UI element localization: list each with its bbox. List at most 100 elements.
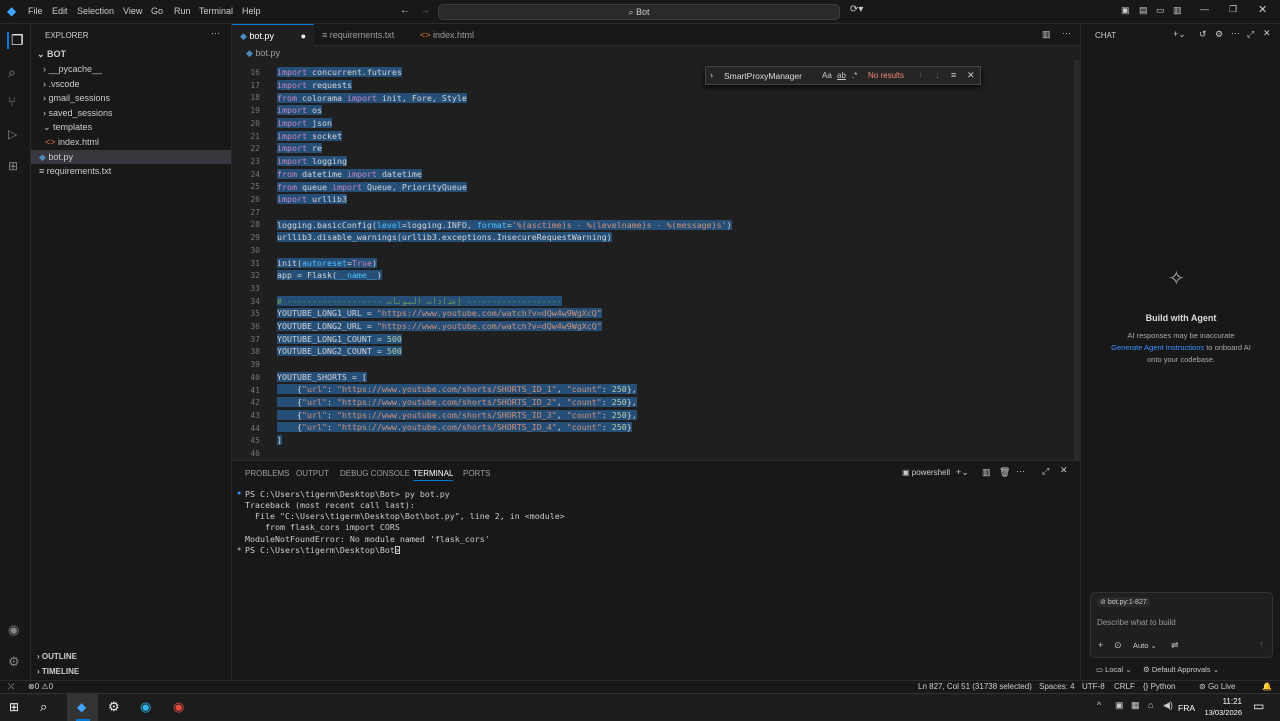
back-arrow-icon[interactable]: ← (400, 5, 410, 16)
close-find-icon[interactable]: ✕ (967, 70, 975, 81)
folder-saved-sessions[interactable]: › saved_sessions (31, 106, 231, 120)
command-center-search[interactable]: ⌕ Bot (438, 4, 840, 20)
unsaved-dot-icon[interactable]: ● (301, 25, 306, 47)
breadcrumb-file[interactable]: bot.py (255, 48, 280, 58)
file-requirements-txt[interactable]: ≡ requirements.txt (31, 164, 231, 178)
tray-app-icon[interactable]: ▣ (1115, 700, 1124, 711)
source-control-icon[interactable]: ⑂ (8, 94, 16, 109)
menu-go[interactable]: Go (151, 6, 163, 16)
explorer-icon[interactable]: ❐ (7, 32, 24, 49)
tab-index-html[interactable]: <> index.html (412, 24, 492, 46)
go-live-button[interactable]: ⊚ Go Live (1199, 682, 1236, 691)
configure-icon[interactable]: ⇌ (1171, 640, 1179, 651)
toggle-sidebar-icon[interactable]: ▤ (1139, 5, 1148, 16)
chevron-right-icon[interactable]: › (710, 70, 713, 80)
search-icon[interactable]: ⌕ (40, 699, 47, 715)
terminal-prompt[interactable]: PS C:\Users\tigerm\Desktop\Bot> (245, 545, 405, 555)
menu-file[interactable]: File (28, 6, 43, 16)
close-icon[interactable]: ✕ (1258, 3, 1267, 16)
folder-templates[interactable]: ⌄ templates (31, 120, 231, 134)
clock-time[interactable]: 11:21 (1206, 697, 1242, 706)
tab-requirements-txt[interactable]: ≡ requirements.txt (314, 24, 412, 46)
maximize-icon[interactable]: ❐ (1229, 4, 1237, 15)
extensions-icon[interactable]: ⊞ (8, 159, 18, 173)
whole-word-toggle[interactable]: ab (837, 71, 846, 80)
language-mode[interactable]: {} Python (1143, 682, 1175, 691)
find-input[interactable]: SmartProxyManager (724, 71, 802, 81)
volume-icon[interactable]: ◀) (1163, 700, 1173, 711)
edge-browser-icon[interactable]: ◉ (140, 699, 151, 715)
regex-toggle[interactable]: .* (852, 71, 857, 80)
remote-icon[interactable]: ⤫ (8, 682, 14, 692)
line-ending[interactable]: CRLF (1114, 682, 1135, 691)
chrome-browser-icon[interactable]: ◉ (173, 699, 184, 715)
layout-icon[interactable]: ▣ (1121, 5, 1130, 16)
close-panel-icon[interactable]: ✕ (1060, 465, 1068, 476)
maximize-icon[interactable]: ⤢ (1247, 29, 1254, 40)
menu-edit[interactable]: Edit (52, 6, 68, 16)
encoding[interactable]: UTF-8 (1082, 682, 1105, 691)
match-case-toggle[interactable]: Aa (822, 71, 832, 80)
split-terminal-icon[interactable]: ▥ (982, 467, 991, 478)
workspace-root[interactable]: ⌄ BOT (31, 47, 231, 61)
more-actions-icon[interactable]: ··· (1016, 466, 1025, 476)
tab-debug-console[interactable]: DEBUG CONSOLE (340, 469, 410, 478)
maximize-panel-icon[interactable]: ⤢ (1042, 466, 1049, 477)
chat-input[interactable]: Describe what to build (1097, 618, 1176, 627)
minimize-icon[interactable]: — (1200, 4, 1209, 14)
menu-terminal[interactable]: Terminal (199, 6, 233, 16)
menu-run[interactable]: Run (174, 6, 191, 16)
mode-selector[interactable]: Auto ⌄ (1133, 641, 1157, 650)
folder-pycache[interactable]: › __pycache__ (31, 62, 231, 76)
folder-vscode[interactable]: › .vscode (31, 77, 231, 91)
toggle-panel-icon[interactable]: ▭ (1156, 5, 1165, 16)
network-icon[interactable]: ⌂ (1148, 700, 1153, 710)
new-chat-icon[interactable]: +⌄ (1173, 29, 1186, 40)
more-actions-icon[interactable]: ··· (211, 28, 220, 38)
tools-icon[interactable]: ⊙ (1114, 640, 1122, 651)
generate-instructions-link[interactable]: Generate Agent Instructions (1111, 343, 1204, 352)
indentation[interactable]: Spaces: 4 (1039, 682, 1075, 691)
folder-gmail-sessions[interactable]: › gmail_sessions (31, 91, 231, 105)
more-actions-icon[interactable]: ··· (1231, 28, 1240, 38)
close-icon[interactable]: ✕ (1263, 28, 1271, 39)
next-match-icon[interactable]: ↓ (935, 70, 940, 80)
tab-terminal[interactable]: TERMINAL (413, 469, 454, 481)
keyboard-language[interactable]: FRA (1178, 703, 1195, 713)
copilot-icon[interactable]: ⟳▾ (850, 4, 863, 15)
menu-help[interactable]: Help (242, 6, 261, 16)
cursor-position[interactable]: Ln 827, Col 51 (31738 selected) (918, 682, 1032, 691)
outline-section[interactable]: › OUTLINE (31, 650, 231, 664)
run-debug-icon[interactable]: ▷ (8, 127, 17, 141)
context-chip[interactable]: ⊘ bot.py:1-827 (1097, 597, 1150, 607)
chatgpt-icon[interactable]: ⚙ (108, 699, 120, 715)
terminal-shell-selector[interactable]: ▣ powershell (902, 468, 950, 477)
tab-problems[interactable]: PROBLEMS (245, 469, 289, 478)
menu-selection[interactable]: Selection (77, 6, 114, 16)
search-icon[interactable]: ⌕ (8, 64, 16, 81)
settings-gear-icon[interactable]: ⚙ (1215, 29, 1223, 40)
new-terminal-icon[interactable]: +⌄ (956, 467, 969, 478)
trash-icon[interactable]: 🗑 (999, 467, 1010, 478)
problems-indicator[interactable]: ⊗0 ⚠0 (28, 682, 53, 691)
find-in-selection-icon[interactable]: ≡ (951, 70, 956, 80)
file-index-html[interactable]: <> index.html (31, 135, 231, 149)
previous-match-icon[interactable]: ↑ (918, 70, 923, 80)
windows-start-icon[interactable]: ⊞ (9, 700, 19, 714)
local-selector[interactable]: ▭ Local ⌄ (1096, 665, 1131, 674)
menu-view[interactable]: View (123, 6, 142, 16)
history-icon[interactable]: ↺ (1199, 29, 1207, 40)
send-icon[interactable]: ↑ (1259, 639, 1264, 649)
tray-app-icon[interactable]: ▦ (1131, 700, 1140, 711)
add-context-icon[interactable]: + (1098, 640, 1103, 650)
toggle-secondary-sidebar-icon[interactable]: ▥ (1173, 5, 1182, 16)
tab-ports[interactable]: PORTS (463, 469, 490, 478)
tab-bot-py[interactable]: ◆ bot.py ● (232, 24, 314, 46)
settings-gear-icon[interactable]: ⚙ (8, 654, 20, 670)
account-icon[interactable]: ◉ (8, 622, 19, 638)
clock-date[interactable]: 13/03/2026 (1198, 708, 1242, 717)
forward-arrow-icon[interactable]: → (420, 5, 430, 16)
split-editor-icon[interactable]: ▥ (1042, 29, 1051, 40)
timeline-section[interactable]: › TIMELINE (31, 665, 231, 679)
file-bot-py[interactable]: ◆ bot.py (31, 150, 231, 164)
